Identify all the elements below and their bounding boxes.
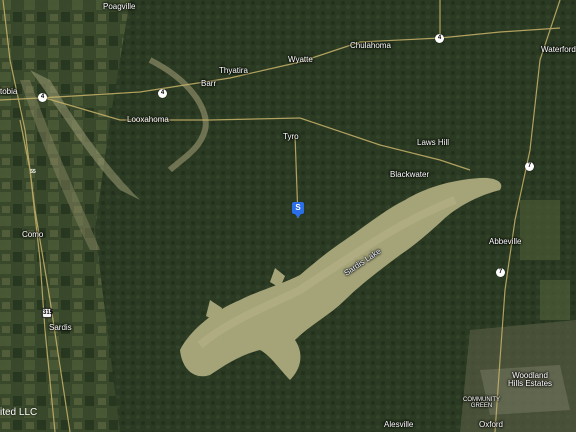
- place-sardis: Sardis: [49, 323, 72, 332]
- marker-pin-icon: S: [292, 202, 304, 214]
- place-tyro: Tyro: [283, 132, 299, 141]
- place-thyatira: Thyatira: [219, 66, 248, 75]
- location-marker[interactable]: S: [292, 202, 304, 218]
- place-looxahoma: Looxahoma: [127, 115, 169, 124]
- interstate-55-shield: 55: [28, 167, 38, 177]
- place-community-green: COMMUNITY GREEN: [463, 397, 500, 409]
- place-blackwater: Blackwater: [390, 170, 430, 179]
- place-laws-hill: Laws Hill: [417, 138, 450, 147]
- route-4-shield-mid: 4: [158, 89, 167, 98]
- place-chulahoma: Chulahoma: [350, 41, 391, 50]
- place-abbeville: Abbeville: [489, 237, 522, 246]
- place-wyatte: Wyatte: [288, 55, 313, 64]
- place-como: Como: [22, 230, 44, 239]
- place-oxford: Oxford: [479, 420, 504, 429]
- satellite-map[interactable]: Poagville Chulahoma Waterford Wyatte Thy…: [0, 0, 576, 432]
- map-credit: ited LLC: [0, 407, 38, 418]
- place-woodland-hills-estates: Woodland Hills Estates: [508, 371, 553, 388]
- route-4-shield-west: 4: [38, 93, 47, 102]
- map-imagery: [0, 0, 576, 432]
- route-7-shield-north: 7: [525, 162, 534, 171]
- route-7-shield-south: 7: [496, 268, 505, 277]
- place-barr: Barr: [201, 79, 217, 88]
- place-tobia: tobia: [0, 87, 18, 96]
- route-4-shield-east: 4: [435, 34, 444, 43]
- route-315-shield: 315: [42, 308, 54, 318]
- place-poagville: Poagville: [103, 2, 136, 11]
- place-alesville: Alesville: [384, 420, 414, 429]
- marker-tip: [295, 214, 301, 218]
- place-waterford: Waterford: [541, 45, 576, 54]
